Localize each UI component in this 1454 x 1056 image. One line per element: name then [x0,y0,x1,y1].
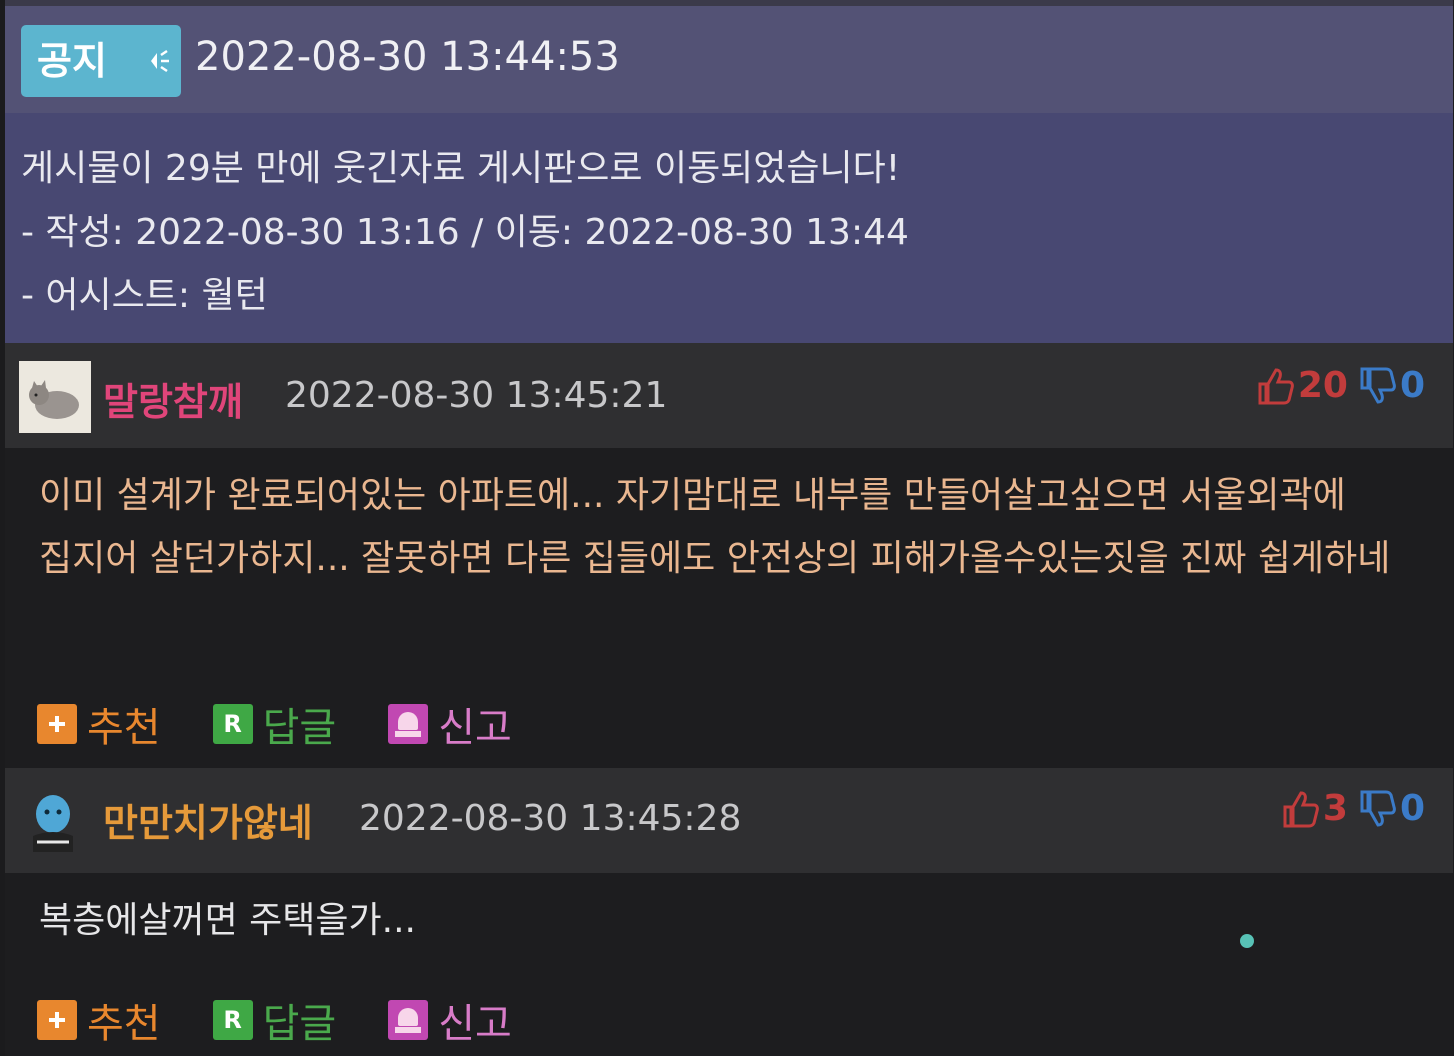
comment-header: 말랑참깨 2022-08-30 13:45:21 20 0 [5,343,1453,448]
reply-button[interactable]: R 답글 [212,695,337,753]
recommend-label: 추천 [87,1001,161,1047]
notice-assist: - 어시스트: 월턴 [21,275,268,316]
report-label: 신고 [438,705,512,751]
siren-icon [388,704,429,744]
plus-icon [37,1000,77,1040]
recommend-button[interactable]: 추천 [37,695,161,753]
comment-text: 이미 설계가 완료되어있는 아파트에... 자기맘대로 내부를 만들어살고싶으면… [39,475,1391,579]
siren-icon [388,1000,429,1040]
comment-header: 만만치가않네 2022-08-30 13:45:28 3 0 [5,768,1453,873]
reply-label: 답글 [262,705,337,751]
notice-message: 게시물이 29분 만에 웃긴자료 게시판으로 이동되었습니다! [21,148,901,189]
reply-icon: R [212,1000,253,1040]
upvote-count: 20 [1297,365,1348,406]
report-label: 신고 [438,1001,512,1047]
comment-timestamp: 2022-08-30 13:45:21 [285,375,668,416]
notice-timestamp: 2022-08-30 13:44:53 [195,34,620,80]
recommend-label: 추천 [87,705,161,751]
thumbs-down-icon[interactable] [1358,366,1396,406]
downvote-count: 0 [1399,365,1425,406]
vote-summary: 3 0 [1281,788,1425,829]
plus-icon [37,704,77,744]
notice-written-moved: - 작성: 2022-08-30 13:16 / 이동: 2022-08-30 … [21,212,909,253]
reply-button[interactable]: R 답글 [212,991,337,1049]
thumbs-down-icon[interactable] [1358,789,1396,829]
vote-summary: 20 0 [1256,365,1425,406]
report-button[interactable]: 신고 [388,991,512,1049]
notice-header: 공지 2022-08-30 13:44:53 [5,6,1453,113]
thumbs-up-icon[interactable] [1256,366,1294,406]
comment-body: 이미 설계가 완료되어있는 아파트에... 자기맘대로 내부를 만들어살고싶으면… [5,448,1453,768]
comment-section: 공지 2022-08-30 13:44:53 게시물이 29분 만에 웃긴자료 … [5,0,1453,1056]
comment-nickname[interactable]: 만만치가않네 [103,792,313,847]
thumbs-up-icon[interactable] [1281,789,1319,829]
indicator-dot [1240,934,1254,948]
notice-badge-label: 공지 [37,39,107,83]
reply-label: 답글 [262,1001,337,1047]
comment-text: 복층에살꺼면 주택을가... [39,900,416,941]
recommend-button[interactable]: 추천 [37,991,161,1049]
notice-badge: 공지 [21,25,181,97]
comment-nickname[interactable]: 말랑참깨 [103,371,243,426]
report-button[interactable]: 신고 [388,695,512,753]
speaker-icon [151,49,169,73]
downvote-count: 0 [1399,788,1425,829]
upvote-count: 3 [1322,788,1348,829]
avatar[interactable] [19,784,91,856]
reply-icon: R [212,704,253,744]
avatar[interactable] [19,361,91,433]
notice-body: 게시물이 29분 만에 웃긴자료 게시판으로 이동되었습니다! - 작성: 20… [5,113,1453,343]
comment-body: 복층에살꺼면 주택을가... 추천 R 답글 신고 [5,873,1453,1056]
comment-actions: 추천 R 답글 신고 [37,991,564,1049]
comment-timestamp: 2022-08-30 13:45:28 [359,798,742,839]
comment-actions: 추천 R 답글 신고 [37,695,564,753]
